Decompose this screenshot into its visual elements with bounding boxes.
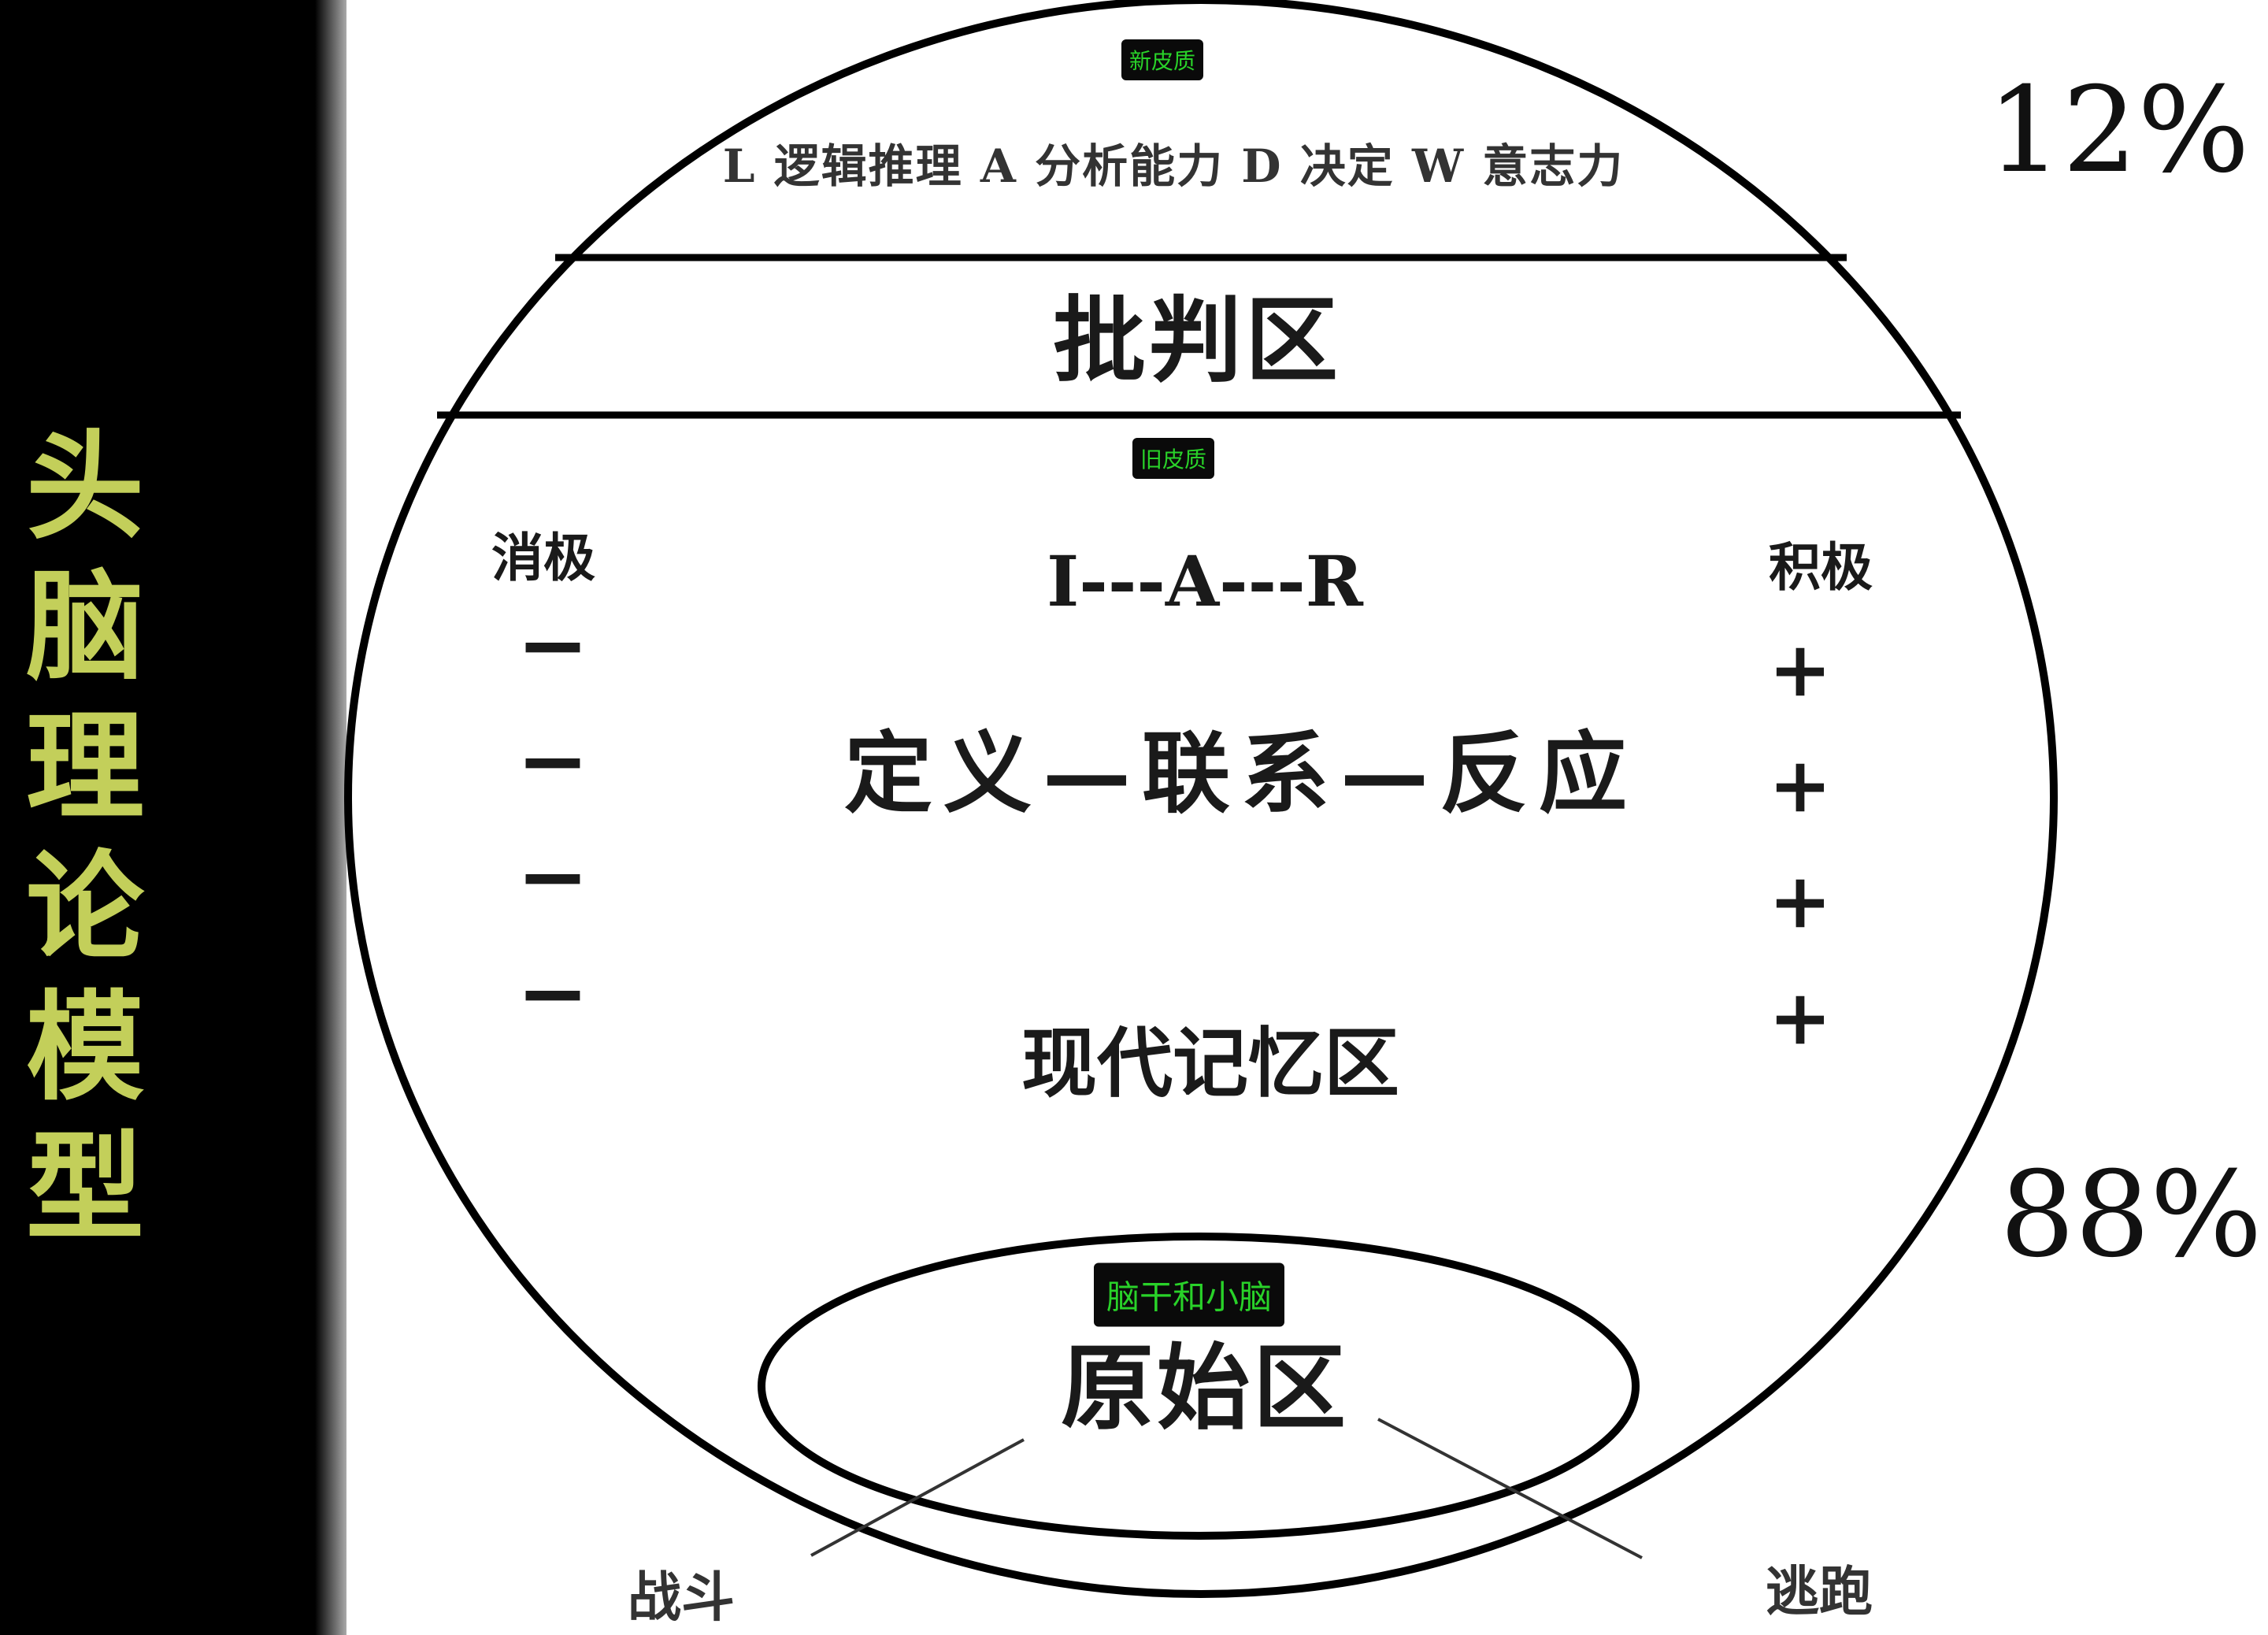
negative-label: 消极	[491, 527, 595, 588]
plus-sign: +	[1768, 973, 1833, 1062]
plus-sign: +	[1768, 856, 1833, 946]
primitive-zone-label: 原始区	[1060, 1333, 1350, 1443]
definition-chain: 定义—联系—反应	[844, 722, 1638, 825]
plus-sign: +	[1768, 740, 1833, 830]
badge-neocortex: 新皮质	[1121, 39, 1204, 80]
fight-label: 战斗	[627, 1566, 736, 1629]
minus-sign: −	[516, 709, 590, 811]
minus-sign: −	[516, 941, 590, 1044]
memory-zone-label: 现代记忆区	[1021, 1018, 1399, 1108]
minus-sign: −	[516, 593, 590, 695]
critical-zone-label: 批判区	[1052, 285, 1342, 395]
badge-old-cortex: 旧皮质	[1132, 438, 1215, 479]
percent-bottom: 88%	[1999, 1147, 2262, 1284]
plus-sign: +	[1768, 625, 1833, 714]
iar-label: I---A---R	[1047, 540, 1363, 622]
neocortex-functions: L 逻辑推理 A 分析能力 D 决定 W 意志力	[722, 139, 1625, 193]
flee-label: 逃跑	[1765, 1560, 1873, 1624]
minus-sign: −	[516, 825, 590, 927]
percent-top: 12%	[1987, 62, 2250, 199]
positive-label: 积极	[1769, 536, 1873, 598]
fight-pointer-line	[810, 1438, 1025, 1557]
